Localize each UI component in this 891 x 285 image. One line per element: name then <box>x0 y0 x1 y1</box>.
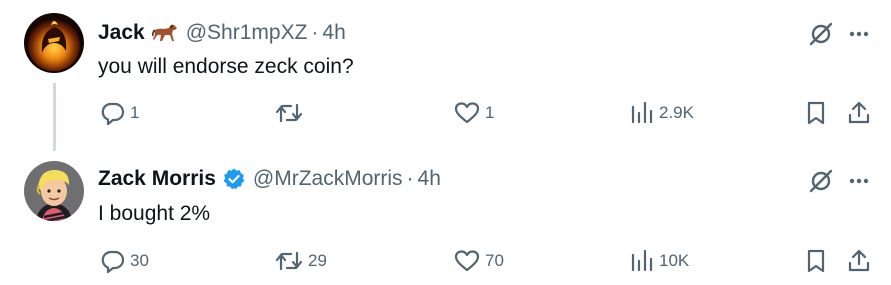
tweet-text: I bought 2% <box>98 202 211 225</box>
share-icon <box>848 101 870 124</box>
view-count: 2.9K <box>659 103 694 122</box>
heart-icon <box>454 250 480 272</box>
user-handle[interactable]: @Shr1mpXZ <box>186 20 308 46</box>
grok-icon[interactable] <box>806 166 836 196</box>
views-button[interactable]: 10K <box>629 246 689 276</box>
repost-icon <box>275 103 303 123</box>
bookmark-button[interactable] <box>803 98 829 128</box>
like-count: 1 <box>485 103 495 122</box>
share-button[interactable] <box>846 246 872 276</box>
repost-button[interactable]: 29 <box>274 246 327 276</box>
tweet[interactable]: Jack @Shr1mpXZ · 4h you will endorse zec… <box>0 0 891 151</box>
more-options-icon[interactable] <box>844 166 874 196</box>
user-handle[interactable]: @MrZackMorris <box>253 166 403 192</box>
separator-dot: · <box>406 167 414 190</box>
analytics-icon <box>631 101 653 124</box>
views-button[interactable]: 2.9K <box>629 98 694 128</box>
horse-emoji-icon <box>151 22 179 44</box>
tweet-header: Zack Morris @MrZackMorris · 4h <box>98 166 441 192</box>
reply-button[interactable]: 30 <box>100 246 149 276</box>
action-bar: 30 29 70 10K <box>0 246 891 276</box>
view-count: 10K <box>659 251 690 270</box>
heart-icon <box>454 102 480 124</box>
tweet-thread: Jack @Shr1mpXZ · 4h you will endorse zec… <box>0 0 891 285</box>
tweet-top-controls <box>806 166 874 196</box>
tweet[interactable]: Zack Morris @MrZackMorris · 4h I bought … <box>0 150 891 285</box>
repost-count: 29 <box>308 251 327 270</box>
analytics-icon <box>631 249 653 272</box>
avatar[interactable] <box>24 13 84 73</box>
separator-dot: · <box>311 21 319 44</box>
more-options-icon[interactable] <box>844 19 874 49</box>
like-count: 70 <box>485 251 504 270</box>
timestamp[interactable]: 4h <box>418 166 441 192</box>
avatar[interactable] <box>24 161 84 221</box>
grok-icon[interactable] <box>806 19 836 49</box>
share-icon <box>848 249 870 272</box>
reply-count: 30 <box>130 251 149 270</box>
reply-icon <box>101 102 125 126</box>
bookmark-icon <box>807 249 825 273</box>
like-button[interactable]: 70 <box>453 246 504 276</box>
like-button[interactable]: 1 <box>453 98 494 128</box>
action-bar: 1 1 2.9K <box>0 98 891 128</box>
display-name[interactable]: Zack Morris <box>98 166 216 192</box>
bookmark-icon <box>807 101 825 125</box>
bookmark-button[interactable] <box>803 246 829 276</box>
repost-icon <box>275 251 303 271</box>
tweet-header: Jack @Shr1mpXZ · 4h <box>98 20 346 46</box>
verified-badge-icon[interactable] <box>222 167 246 191</box>
reply-icon <box>101 250 125 274</box>
reply-button[interactable]: 1 <box>100 98 139 128</box>
reply-count: 1 <box>130 103 140 122</box>
repost-button[interactable] <box>274 98 308 128</box>
tweet-top-controls <box>806 19 874 49</box>
tweet-text: you will endorse zeck coin? <box>98 55 354 78</box>
display-name[interactable]: Jack <box>98 20 145 46</box>
timestamp[interactable]: 4h <box>322 20 345 46</box>
share-button[interactable] <box>846 98 872 128</box>
